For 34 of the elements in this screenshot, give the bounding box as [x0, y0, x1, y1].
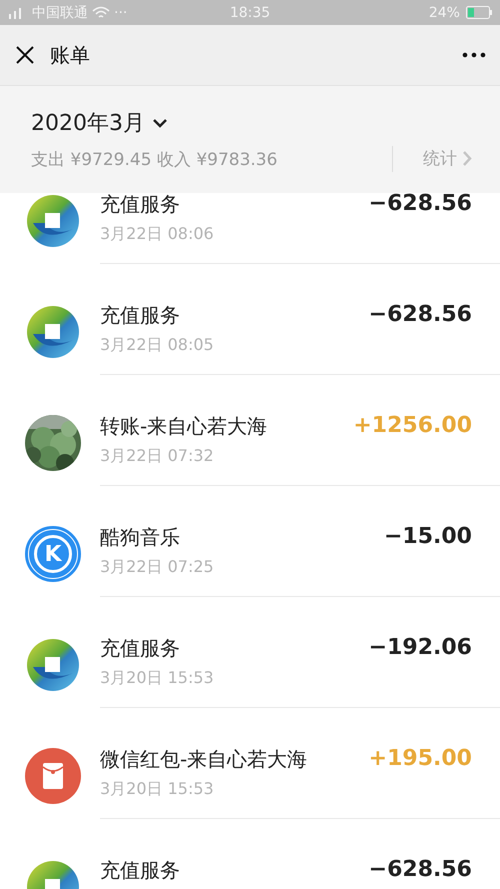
- page-title: 账单: [50, 42, 91, 68]
- logo-icon: [25, 193, 81, 249]
- logo-icon: [25, 637, 81, 693]
- transaction-amount: +195.00: [368, 746, 472, 773]
- transaction-title[interactable]: 充值服务: [100, 857, 369, 884]
- transaction-date: 3月20日 15:53: [100, 668, 215, 689]
- app-logo-icon: K: [25, 526, 81, 582]
- transaction-date: 3月22日 07:25: [100, 557, 215, 578]
- transaction-date: 3月22日 07:32: [100, 446, 215, 467]
- transaction-amount: −628.56: [368, 857, 472, 884]
- transaction-title[interactable]: 酷狗音乐: [100, 524, 384, 551]
- transaction-amount: −628.56: [368, 302, 472, 329]
- close-icon[interactable]: [14, 44, 36, 66]
- transaction-title[interactable]: 转账-来自心若大海: [100, 413, 354, 440]
- transaction-amount: −15.00: [384, 524, 472, 551]
- more-status: ···: [114, 4, 128, 20]
- transaction-amount: +1256.00: [353, 413, 472, 440]
- envelope-icon: [25, 748, 81, 804]
- month-selector[interactable]: 2020年3月: [31, 108, 145, 138]
- battery-icon: [466, 6, 492, 19]
- transaction-date: 3月20日 15:53: [100, 779, 215, 800]
- transaction-title[interactable]: 充值服务: [100, 193, 369, 218]
- transaction-amount: −192.06: [368, 635, 472, 662]
- logo-icon: [25, 304, 81, 360]
- transaction-date: 3月22日 08:06: [100, 224, 215, 245]
- more-icon[interactable]: [462, 52, 486, 58]
- transaction-amount: −628.56: [368, 193, 472, 218]
- chevron-down-icon[interactable]: [153, 118, 167, 128]
- wifi-icon: [92, 6, 110, 20]
- totals-text: 支出 ¥9729.45 收入 ¥9783.36: [31, 149, 278, 171]
- transaction-title[interactable]: 充值服务: [100, 302, 369, 329]
- transaction-date: 3月22日 08:05: [100, 335, 215, 356]
- transaction-title[interactable]: 微信红包-来自心若大海: [100, 746, 369, 773]
- transaction-title[interactable]: 充值服务: [100, 635, 369, 662]
